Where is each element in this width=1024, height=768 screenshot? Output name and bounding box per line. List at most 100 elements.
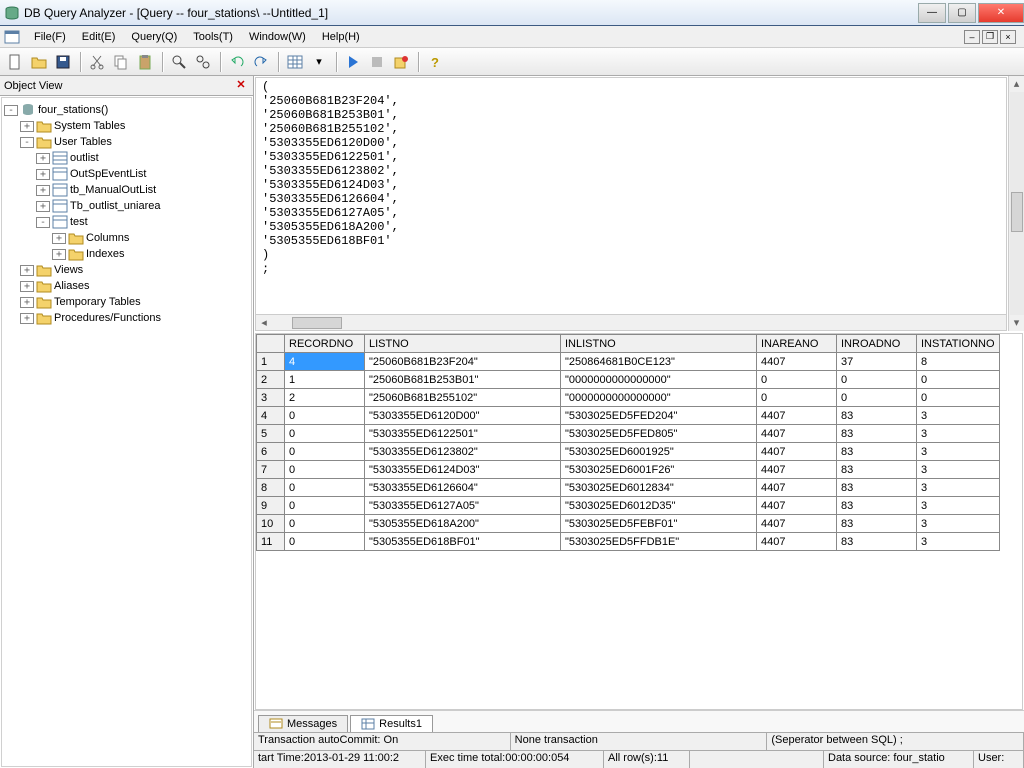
- cell-inareano[interactable]: 4407: [757, 425, 837, 443]
- cell-instationno[interactable]: 0: [917, 389, 1000, 407]
- copy-icon[interactable]: [110, 51, 132, 73]
- tree-toggle[interactable]: +: [36, 153, 50, 164]
- mdi-restore-button[interactable]: ❐: [982, 30, 998, 44]
- cell-inlistno[interactable]: "250864681B0CE123": [561, 353, 757, 371]
- cell-instationno[interactable]: 3: [917, 515, 1000, 533]
- cell-inroadno[interactable]: 83: [837, 515, 917, 533]
- menu-tools[interactable]: Tools(T): [185, 29, 241, 45]
- cell-inareano[interactable]: 0: [757, 371, 837, 389]
- cell-inroadno[interactable]: 0: [837, 371, 917, 389]
- tab-messages[interactable]: Messages: [258, 715, 348, 732]
- close-button[interactable]: ✕: [978, 3, 1024, 23]
- tree-toggle[interactable]: -: [4, 105, 18, 116]
- tree-outsp[interactable]: OutSpEventList: [70, 168, 146, 180]
- table-row[interactable]: 90"5303355ED6127A05""5303025ED6012D35"44…: [257, 497, 1000, 515]
- cut-icon[interactable]: [86, 51, 108, 73]
- tree-toggle[interactable]: +: [20, 297, 34, 308]
- cell-inroadno[interactable]: 83: [837, 425, 917, 443]
- tree-views[interactable]: Views: [54, 264, 83, 276]
- cell-listno[interactable]: "5303355ED6126604": [365, 479, 561, 497]
- tree-temp[interactable]: Temporary Tables: [54, 296, 141, 308]
- cell-inareano[interactable]: 4407: [757, 461, 837, 479]
- col-inlistno[interactable]: INLISTNO: [561, 335, 757, 353]
- table-row[interactable]: 21"25060B681B253B01""0000000000000000"00…: [257, 371, 1000, 389]
- cell-inareano[interactable]: 0: [757, 389, 837, 407]
- col-listno[interactable]: LISTNO: [365, 335, 561, 353]
- tree-test[interactable]: test: [70, 216, 88, 228]
- cell-listno[interactable]: "25060B681B253B01": [365, 371, 561, 389]
- stop-icon[interactable]: [366, 51, 388, 73]
- minimize-button[interactable]: —: [918, 3, 946, 23]
- object-tree[interactable]: -four_stations() +System Tables -User Ta…: [1, 97, 252, 767]
- row-number[interactable]: 4: [257, 407, 285, 425]
- cell-inareano[interactable]: 4407: [757, 479, 837, 497]
- tree-system-tables[interactable]: System Tables: [54, 120, 125, 132]
- table-row[interactable]: 32"25060B681B255102""0000000000000000"00…: [257, 389, 1000, 407]
- cell-recordno[interactable]: 0: [285, 407, 365, 425]
- tree-aliases[interactable]: Aliases: [54, 280, 89, 292]
- cell-inlistno[interactable]: "5303025ED6001925": [561, 443, 757, 461]
- cell-listno[interactable]: "5303355ED6120D00": [365, 407, 561, 425]
- tree-toggle[interactable]: +: [20, 121, 34, 132]
- cell-inlistno[interactable]: "5303025ED5FED204": [561, 407, 757, 425]
- cell-recordno[interactable]: 1: [285, 371, 365, 389]
- cell-inlistno[interactable]: "0000000000000000": [561, 371, 757, 389]
- paste-icon[interactable]: [134, 51, 156, 73]
- tree-toggle[interactable]: -: [36, 217, 50, 228]
- table-row[interactable]: 80"5303355ED6126604""5303025ED6012834"44…: [257, 479, 1000, 497]
- cell-listno[interactable]: "5305355ED618BF01": [365, 533, 561, 551]
- row-number[interactable]: 9: [257, 497, 285, 515]
- table-row[interactable]: 60"5303355ED6123802""5303025ED6001925"44…: [257, 443, 1000, 461]
- cell-inareano[interactable]: 4407: [757, 533, 837, 551]
- cell-instationno[interactable]: 3: [917, 479, 1000, 497]
- tree-toggle[interactable]: +: [20, 313, 34, 324]
- cell-listno[interactable]: "25060B681B255102": [365, 389, 561, 407]
- table-row[interactable]: 40"5303355ED6120D00""5303025ED5FED204"44…: [257, 407, 1000, 425]
- menu-query[interactable]: Query(Q): [123, 29, 185, 45]
- cell-inlistno[interactable]: "5303025ED5FFDB1E": [561, 533, 757, 551]
- col-instationno[interactable]: INSTATIONNO: [917, 335, 1000, 353]
- rownum-header[interactable]: [257, 335, 285, 353]
- table-row[interactable]: 110"5305355ED618BF01""5303025ED5FFDB1E"4…: [257, 533, 1000, 551]
- cell-inareano[interactable]: 4407: [757, 497, 837, 515]
- tree-uniarea[interactable]: Tb_outlist_uniarea: [70, 200, 161, 212]
- tree-user-tables[interactable]: User Tables: [54, 136, 112, 148]
- tree-toggle[interactable]: +: [36, 201, 50, 212]
- cell-recordno[interactable]: 0: [285, 461, 365, 479]
- cell-inroadno[interactable]: 83: [837, 533, 917, 551]
- cell-instationno[interactable]: 3: [917, 425, 1000, 443]
- col-inroadno[interactable]: INROADNO: [837, 335, 917, 353]
- cell-listno[interactable]: "25060B681B23F204": [365, 353, 561, 371]
- row-number[interactable]: 6: [257, 443, 285, 461]
- cell-listno[interactable]: "5305355ED618A200": [365, 515, 561, 533]
- open-icon[interactable]: [28, 51, 50, 73]
- cell-inroadno[interactable]: 0: [837, 389, 917, 407]
- cell-recordno[interactable]: 0: [285, 497, 365, 515]
- undo-icon[interactable]: [226, 51, 248, 73]
- row-number[interactable]: 5: [257, 425, 285, 443]
- cell-inlistno[interactable]: "5303025ED5FEBF01": [561, 515, 757, 533]
- cell-listno[interactable]: "5303355ED6127A05": [365, 497, 561, 515]
- grid-dropdown-icon[interactable]: ▾: [308, 51, 330, 73]
- cell-inroadno[interactable]: 37: [837, 353, 917, 371]
- row-number[interactable]: 7: [257, 461, 285, 479]
- tree-toggle[interactable]: +: [52, 233, 66, 244]
- cancel-exec-icon[interactable]: [390, 51, 412, 73]
- grid-icon[interactable]: [284, 51, 306, 73]
- table-row[interactable]: 100"5305355ED618A200""5303025ED5FEBF01"4…: [257, 515, 1000, 533]
- sql-hscrollbar[interactable]: ◂: [256, 314, 1006, 330]
- row-number[interactable]: 1: [257, 353, 285, 371]
- cell-inlistno[interactable]: "5303025ED6001F26": [561, 461, 757, 479]
- cell-instationno[interactable]: 0: [917, 371, 1000, 389]
- cell-instationno[interactable]: 8: [917, 353, 1000, 371]
- tree-outlist[interactable]: outlist: [70, 152, 99, 164]
- tree-columns[interactable]: Columns: [86, 232, 129, 244]
- cell-inroadno[interactable]: 83: [837, 497, 917, 515]
- redo-icon[interactable]: [250, 51, 272, 73]
- cell-inroadno[interactable]: 83: [837, 461, 917, 479]
- cell-listno[interactable]: "5303355ED6124D03": [365, 461, 561, 479]
- tree-toggle[interactable]: +: [36, 169, 50, 180]
- cell-inlistno[interactable]: "5303025ED5FED805": [561, 425, 757, 443]
- replace-icon[interactable]: [192, 51, 214, 73]
- row-number[interactable]: 8: [257, 479, 285, 497]
